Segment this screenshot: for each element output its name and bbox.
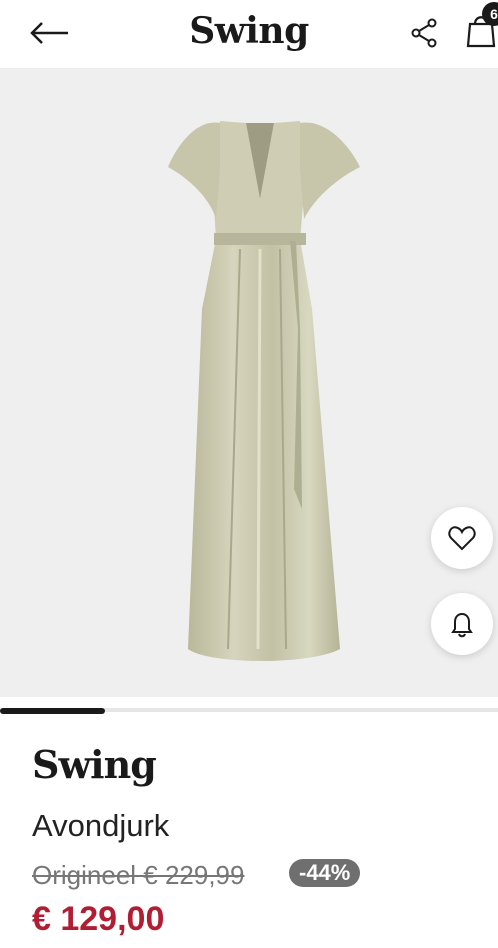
share-button[interactable]	[408, 16, 442, 50]
discount-badge: -44%	[289, 859, 361, 887]
top-bar: Swing 6	[0, 0, 498, 69]
share-icon	[411, 18, 437, 48]
price-alert-button[interactable]	[431, 593, 493, 655]
gallery-progress-indicator	[0, 708, 105, 714]
current-price: € 129,00	[32, 900, 165, 938]
original-price: Origineel € 229,99	[32, 860, 245, 890]
product-brand[interactable]: Swing	[32, 742, 157, 787]
product-name: Avondjurk	[32, 808, 170, 843]
product-image-gallery[interactable]	[0, 69, 498, 697]
favorite-button[interactable]	[431, 507, 493, 569]
heart-icon	[448, 526, 476, 551]
bell-icon	[451, 612, 473, 638]
product-image	[168, 121, 360, 661]
